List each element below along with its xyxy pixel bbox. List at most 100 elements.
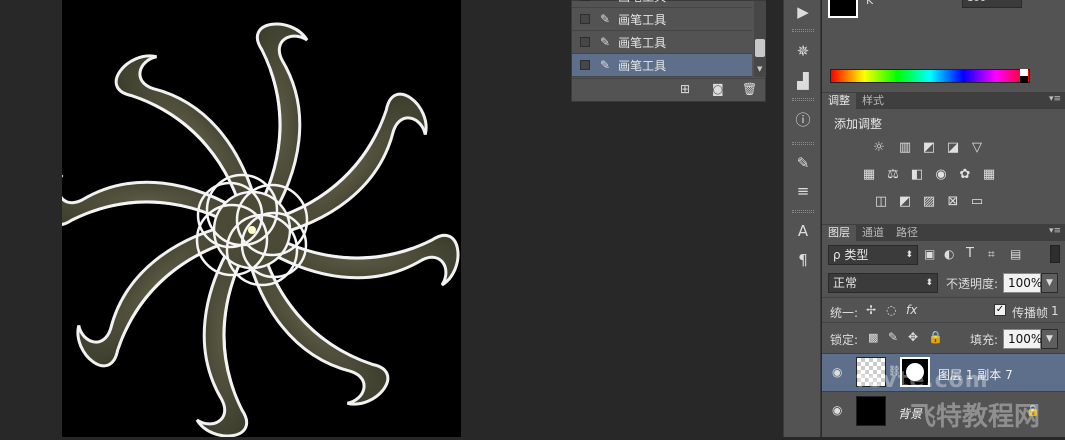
adjustment-filter-icon[interactable]: ◐ (944, 247, 954, 261)
grip-handle[interactable] (792, 142, 814, 145)
fill-value: 100% (1008, 332, 1043, 346)
posterize-icon[interactable]: ◩ (896, 194, 914, 209)
color-lookup-icon[interactable]: ▦ (980, 167, 998, 182)
layer-thumbnail (856, 396, 886, 426)
document-canvas[interactable] (44, 0, 461, 438)
watermark-right: 飞特教程网 (910, 402, 1041, 432)
chevron-updown-icon: ⬍ (925, 278, 933, 288)
blend-mode-value: 正常 (833, 276, 858, 290)
paragraph-icon[interactable]: ¶ (792, 249, 814, 271)
lock-transparent-icon[interactable]: ▩ (868, 331, 878, 344)
history-snapshot-checkbox[interactable] (580, 14, 590, 24)
blend-mode-select[interactable]: 正常 ⬍ (828, 273, 938, 293)
spectrum-black-swatch[interactable] (1020, 76, 1028, 83)
invert-icon[interactable]: ◫ (872, 194, 890, 209)
brightness-icon[interactable]: ☼ (870, 140, 888, 155)
brush-icon: ✎ (600, 12, 611, 26)
fill-label: 填充: (970, 333, 999, 347)
play-icon[interactable]: ▶ (792, 1, 814, 23)
opacity-input[interactable]: 100% (1003, 273, 1042, 293)
unify-style-icon[interactable]: fx (906, 303, 917, 317)
tab-adjustments[interactable]: 调整 (822, 93, 856, 109)
vibrance-icon[interactable]: ▽ (968, 140, 986, 155)
brushes-icon[interactable]: ✎ (792, 152, 814, 174)
black-white-icon[interactable]: ◧ (908, 167, 926, 182)
brush-icon: ✎ (600, 58, 611, 72)
fill-dropdown-button[interactable]: ▼ (1041, 329, 1058, 349)
lock-position-icon[interactable]: ✥ (908, 330, 918, 344)
histogram-icon[interactable]: ▟ (792, 70, 814, 92)
lock-label: 锁定: (830, 333, 859, 347)
grip-handle[interactable] (792, 29, 814, 32)
tab-channels[interactable]: 通道 (856, 225, 890, 241)
scroll-down-icon[interactable]: ▼ (757, 65, 762, 73)
smart-object-filter-icon[interactable]: ▤ (1010, 247, 1021, 261)
tab-layers[interactable]: 图层 (822, 225, 856, 241)
spectrum-white-swatch[interactable] (1020, 69, 1028, 76)
unify-label: 统一: (830, 306, 859, 320)
propagate-value: 1 (1051, 304, 1059, 318)
curves-icon[interactable]: ◩ (920, 140, 938, 155)
color-spectrum-ramp[interactable] (830, 69, 1030, 83)
filter-toggle[interactable] (1050, 245, 1060, 263)
new-document-icon[interactable]: ⊞ (680, 82, 690, 96)
levels-icon[interactable]: ▥ (896, 140, 914, 155)
panel-menu-icon[interactable]: ▾≡ (1049, 94, 1061, 104)
panel-menu-icon[interactable]: ▾≡ (1049, 226, 1061, 236)
exposure-icon[interactable]: ◪ (944, 140, 962, 155)
brush-presets-icon[interactable]: ≡ (792, 180, 814, 202)
foreground-color-swatch[interactable] (828, 0, 858, 18)
unify-position-icon[interactable]: ✢ (866, 303, 876, 317)
grip-handle[interactable] (792, 98, 814, 101)
threshold-icon[interactable]: ▨ (920, 194, 938, 209)
pixel-filter-icon[interactable]: ▣ (924, 247, 935, 261)
camera-icon[interactable]: ◙ (712, 82, 724, 96)
hue-saturation-icon[interactable]: ▦ (860, 167, 878, 182)
opacity-label: 不透明度: (946, 277, 999, 291)
panel-icon-bar: ▶ ✵ ▟ ⓘ ✎ ≡ A ¶ (783, 0, 821, 437)
adjustments-title: 添加调整 (834, 117, 883, 131)
character-icon[interactable]: A (792, 220, 814, 242)
tab-styles[interactable]: 样式 (856, 93, 890, 109)
info-icon[interactable]: ⓘ (792, 108, 814, 130)
history-footer: ⊞ ◙ 🗑 (572, 78, 765, 101)
eye-icon[interactable]: ◉ (832, 403, 842, 417)
flower-artwork (44, 22, 460, 438)
history-snapshot-checkbox[interactable] (580, 60, 590, 70)
scroll-thumb[interactable] (755, 39, 765, 57)
layer-filter-kind-select[interactable]: ρ 类型 ⬍ (828, 245, 918, 265)
history-scrollbar[interactable]: ▼ (754, 1, 766, 77)
trash-icon[interactable]: 🗑 (742, 82, 757, 96)
history-label: 画笔工具 (618, 35, 667, 50)
history-row[interactable]: ✎ 画笔工具 (572, 31, 752, 54)
history-snapshot-checkbox[interactable] (580, 37, 590, 47)
history-label: 画笔工具 (618, 0, 666, 5)
brush-icon: ✎ (600, 35, 611, 49)
lock-image-icon[interactable]: ✎ (888, 330, 898, 344)
grip-handle[interactable] (792, 210, 814, 213)
opacity-dropdown-button[interactable]: ▼ (1041, 273, 1058, 293)
propagate-frame-checkbox[interactable]: ✓ (994, 304, 1006, 316)
watermark-left: fevte.com (856, 368, 989, 393)
history-row-selected[interactable]: ✎ 画笔工具 (572, 54, 752, 77)
history-row[interactable]: ✎ 画笔工具 (572, 8, 752, 31)
photo-filter-icon[interactable]: ◉ (932, 167, 950, 182)
channel-mixer-icon[interactable]: ✿ (956, 167, 974, 182)
type-filter-icon[interactable]: T (966, 246, 974, 261)
filter-kind-label: ρ 类型 (833, 248, 869, 262)
color-balance-icon[interactable]: ⚖ (884, 167, 902, 182)
eye-icon[interactable]: ◉ (832, 365, 842, 379)
fill-input[interactable]: 100% (1003, 329, 1043, 349)
unify-visibility-icon[interactable]: ◌ (886, 303, 896, 317)
lock-all-icon[interactable]: 🔒 (928, 330, 943, 344)
tab-paths[interactable]: 路径 (890, 225, 924, 241)
history-row[interactable]: ✎ 画笔工具 (572, 0, 752, 8)
color-value: 100 (967, 0, 986, 4)
compass-icon[interactable]: ✵ (792, 40, 814, 62)
history-snapshot-checkbox[interactable] (580, 0, 590, 1)
gradient-map-icon[interactable]: ▭ (968, 194, 986, 209)
color-value-field[interactable]: 100 (962, 0, 1022, 8)
shape-filter-icon[interactable]: ⌗ (988, 247, 995, 262)
layers-tabbar: 图层 通道 路径 ▾≡ (822, 224, 1065, 241)
selective-color-icon[interactable]: ⊠ (944, 194, 962, 209)
